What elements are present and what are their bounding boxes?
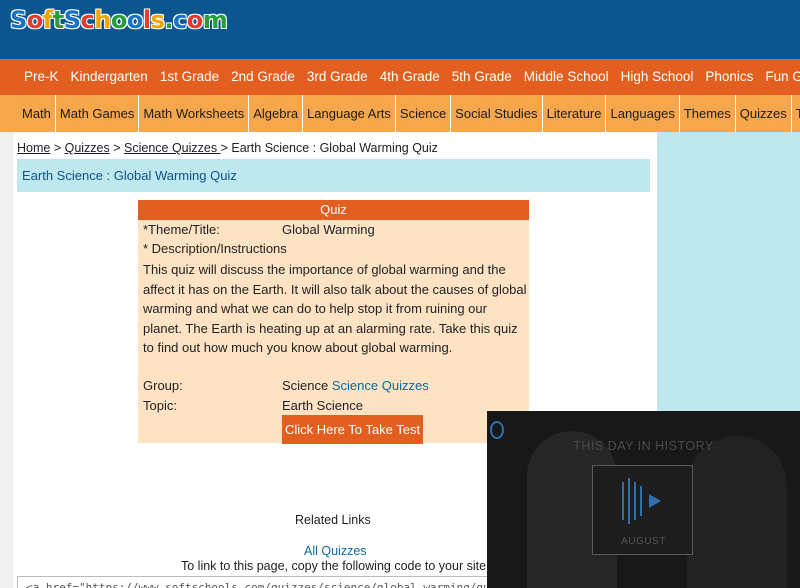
quiz-description: This quiz will discuss the importance of… — [143, 262, 527, 356]
page-title: Earth Science : Global Warming Quiz — [22, 168, 237, 183]
nav-secondary-item[interactable]: Math Games — [54, 95, 138, 132]
theme-value: Global Warming — [282, 222, 375, 237]
page-title-bar: Earth Science : Global Warming Quiz — [17, 159, 650, 192]
logo-letter: . — [164, 6, 174, 34]
secondary-nav: Math Math Games Math Worksheets Algebra Lang… — [0, 95, 800, 132]
logo-letter: s — [150, 6, 165, 34]
logo-letter: f — [42, 6, 53, 34]
nav-secondary-item[interactable]: Science — [394, 95, 450, 132]
logo-letter: o — [26, 6, 44, 34]
description-label: * Description/Instructions — [143, 241, 287, 256]
breadcrumb-home-link[interactable]: Home — [17, 141, 50, 155]
nav-primary-item[interactable]: Phonics — [705, 59, 753, 95]
logo-letter: o — [186, 6, 204, 34]
nav-primary-item[interactable]: Fun Games — [765, 59, 800, 95]
nav-secondary-item[interactable]: Timelines — [790, 95, 800, 132]
play-icon[interactable] — [621, 476, 667, 526]
nav-primary-item[interactable]: Middle School — [524, 59, 609, 95]
breadcrumb-quizzes-link[interactable]: Quizzes — [65, 141, 110, 155]
breadcrumb-separator: > — [50, 141, 65, 155]
logo-letter: m — [202, 6, 228, 34]
logo-letter: l — [142, 6, 151, 34]
nav-secondary-item[interactable]: Algebra — [248, 95, 302, 132]
nav-primary-item[interactable]: 5th Grade — [452, 59, 512, 95]
video-title: THIS DAY IN HISTORY — [573, 439, 714, 453]
nav-secondary-item[interactable]: Social Studies — [450, 95, 541, 132]
theme-label: *Theme/Title: — [143, 222, 220, 237]
group-label: Group: — [143, 378, 183, 393]
nav-secondary-item[interactable]: Languages — [605, 95, 678, 132]
group-value-text: Science — [282, 378, 329, 393]
primary-nav: Pre-K Kindergarten 1st Grade 2nd Grade 3rd G… — [0, 59, 800, 95]
quiz-header: Quiz — [138, 200, 529, 220]
logo-letter: h — [94, 6, 111, 34]
take-test-button[interactable]: Click Here To Take Test — [282, 415, 423, 444]
video-month: AUGUST — [621, 536, 666, 547]
nav-primary-item[interactable]: 3rd Grade — [307, 59, 368, 95]
breadcrumb-science-quizzes-link[interactable]: Science Quizzes — [124, 141, 221, 155]
related-links-title: Related Links — [295, 513, 371, 527]
logo-letter: c — [173, 6, 187, 34]
nav-secondary-item[interactable]: Quizzes — [734, 95, 791, 132]
nav-primary-item[interactable]: High School — [621, 59, 694, 95]
nav-secondary-item[interactable]: Literature — [541, 95, 606, 132]
science-quizzes-link[interactable]: Science Quizzes — [332, 378, 429, 393]
logo-letter: o — [110, 6, 128, 34]
nav-primary-item[interactable]: 1st Grade — [160, 59, 219, 95]
video-background-figure — [687, 436, 787, 588]
logo-letter: S — [63, 6, 81, 34]
group-value: Science Science Quizzes — [282, 378, 429, 393]
logo-letter: c — [80, 6, 95, 34]
breadcrumb-current: > Earth Science : Global Warming Quiz — [220, 141, 438, 155]
logo-letter: t — [52, 6, 64, 34]
history-logo-icon — [490, 421, 504, 439]
nav-secondary-item[interactable]: Language Arts — [302, 95, 395, 132]
nav-primary-item[interactable]: 2nd Grade — [231, 59, 295, 95]
nav-primary-item[interactable]: 4th Grade — [380, 59, 440, 95]
link-instructions: To link to this page, copy the following… — [181, 559, 490, 573]
nav-secondary-item[interactable]: Math — [0, 95, 55, 132]
all-quizzes-link[interactable]: All Quizzes — [304, 544, 367, 558]
site-header: SoftSchools.com — [0, 0, 800, 59]
topic-label: Topic: — [143, 398, 177, 413]
nav-secondary-item[interactable]: Themes — [678, 95, 735, 132]
softschools-logo[interactable]: SoftSchools.com — [10, 6, 228, 34]
nav-primary-item[interactable]: Kindergarten — [71, 59, 148, 95]
topic-value: Earth Science — [282, 398, 363, 413]
nav-secondary-item[interactable]: Math Worksheets — [138, 95, 248, 132]
breadcrumb-separator: > — [109, 141, 124, 155]
logo-letter: o — [126, 6, 144, 34]
breadcrumb: Home > Quizzes > Science Quizzes > Earth… — [17, 141, 438, 155]
video-player[interactable]: THIS DAY IN HISTORY AUGUST — [487, 411, 800, 588]
logo-letter: S — [10, 6, 27, 34]
nav-primary-item[interactable]: Pre-K — [24, 59, 59, 95]
quiz-panel: Quiz *Theme/Title: Global Warming * Desc… — [138, 200, 529, 444]
video-thumbnail[interactable]: AUGUST — [592, 465, 693, 555]
